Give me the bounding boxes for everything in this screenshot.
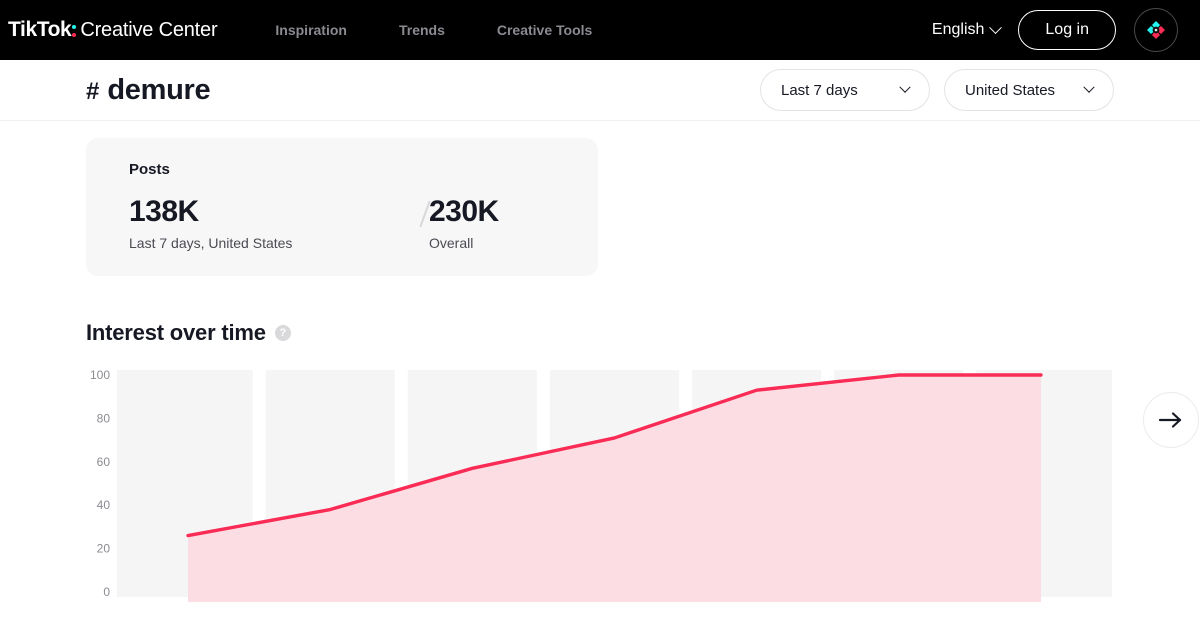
interest-chart-svg: 02040608010024/08/1224/08/1324/08/1424/0… xyxy=(86,364,1116,614)
language-selector[interactable]: English xyxy=(932,21,1000,39)
sub-header: # demure Last 7 days United States xyxy=(0,60,1200,121)
chevron-down-icon xyxy=(899,82,910,93)
posts-primary-block: 138K Last 7 days, United States xyxy=(129,196,429,251)
interest-section-header: Interest over time ? xyxy=(86,320,1114,346)
tiktok-avatar-icon xyxy=(1145,19,1167,41)
nav-links: Inspiration Trends Creative Tools xyxy=(275,22,592,38)
brand-logo[interactable]: TikTok Creative Center xyxy=(8,18,217,42)
page-root: TikTok Creative Center Inspiration Trend… xyxy=(0,0,1200,630)
date-range-value: Last 7 days xyxy=(781,82,858,99)
posts-primary-label: Last 7 days, United States xyxy=(129,235,429,251)
posts-secondary-block: 230K Overall xyxy=(429,196,499,251)
svg-text:100: 100 xyxy=(90,368,110,382)
language-label: English xyxy=(932,21,984,39)
nav-link-inspiration[interactable]: Inspiration xyxy=(275,22,347,38)
hashtag-name: demure xyxy=(107,74,210,107)
interest-over-time-chart: 02040608010024/08/1224/08/1324/08/1424/0… xyxy=(86,364,1116,614)
chevron-down-icon xyxy=(990,21,1003,34)
svg-text:60: 60 xyxy=(97,455,111,469)
posts-primary-value: 138K xyxy=(129,196,429,228)
posts-stat-row: 138K Last 7 days, United States 230K Ove… xyxy=(129,196,598,251)
nav-right-group: English Log in xyxy=(932,8,1178,52)
nav-link-trends[interactable]: Trends xyxy=(399,22,445,38)
posts-card-title: Posts xyxy=(129,161,598,178)
help-icon[interactable]: ? xyxy=(275,325,291,341)
svg-text:40: 40 xyxy=(97,499,111,513)
brand-colon-icon xyxy=(72,22,77,39)
arrow-right-icon xyxy=(1158,410,1184,430)
filter-group: Last 7 days United States xyxy=(760,69,1114,111)
posts-secondary-label: Overall xyxy=(429,235,499,251)
svg-text:0: 0 xyxy=(103,585,110,599)
brand-creative-center-text: Creative Center xyxy=(80,19,217,42)
region-dropdown[interactable]: United States xyxy=(944,69,1114,111)
hash-symbol-icon: # xyxy=(86,78,99,106)
section-title: Interest over time xyxy=(86,320,266,346)
posts-secondary-value: 230K xyxy=(429,196,499,228)
main-content: Posts 138K Last 7 days, United States 23… xyxy=(0,138,1200,614)
page-title: # demure xyxy=(86,74,210,107)
nav-link-creative-tools[interactable]: Creative Tools xyxy=(497,22,592,38)
date-range-dropdown[interactable]: Last 7 days xyxy=(760,69,930,111)
login-button[interactable]: Log in xyxy=(1018,10,1116,50)
region-value: United States xyxy=(965,82,1055,99)
avatar[interactable] xyxy=(1134,8,1178,52)
next-page-button[interactable] xyxy=(1143,392,1199,448)
svg-text:80: 80 xyxy=(97,412,111,426)
top-navigation-bar: TikTok Creative Center Inspiration Trend… xyxy=(0,0,1200,60)
svg-text:20: 20 xyxy=(97,542,111,556)
chevron-down-icon xyxy=(1083,82,1094,93)
posts-stat-card: Posts 138K Last 7 days, United States 23… xyxy=(86,138,598,276)
brand-tiktok-text: TikTok xyxy=(8,18,71,42)
